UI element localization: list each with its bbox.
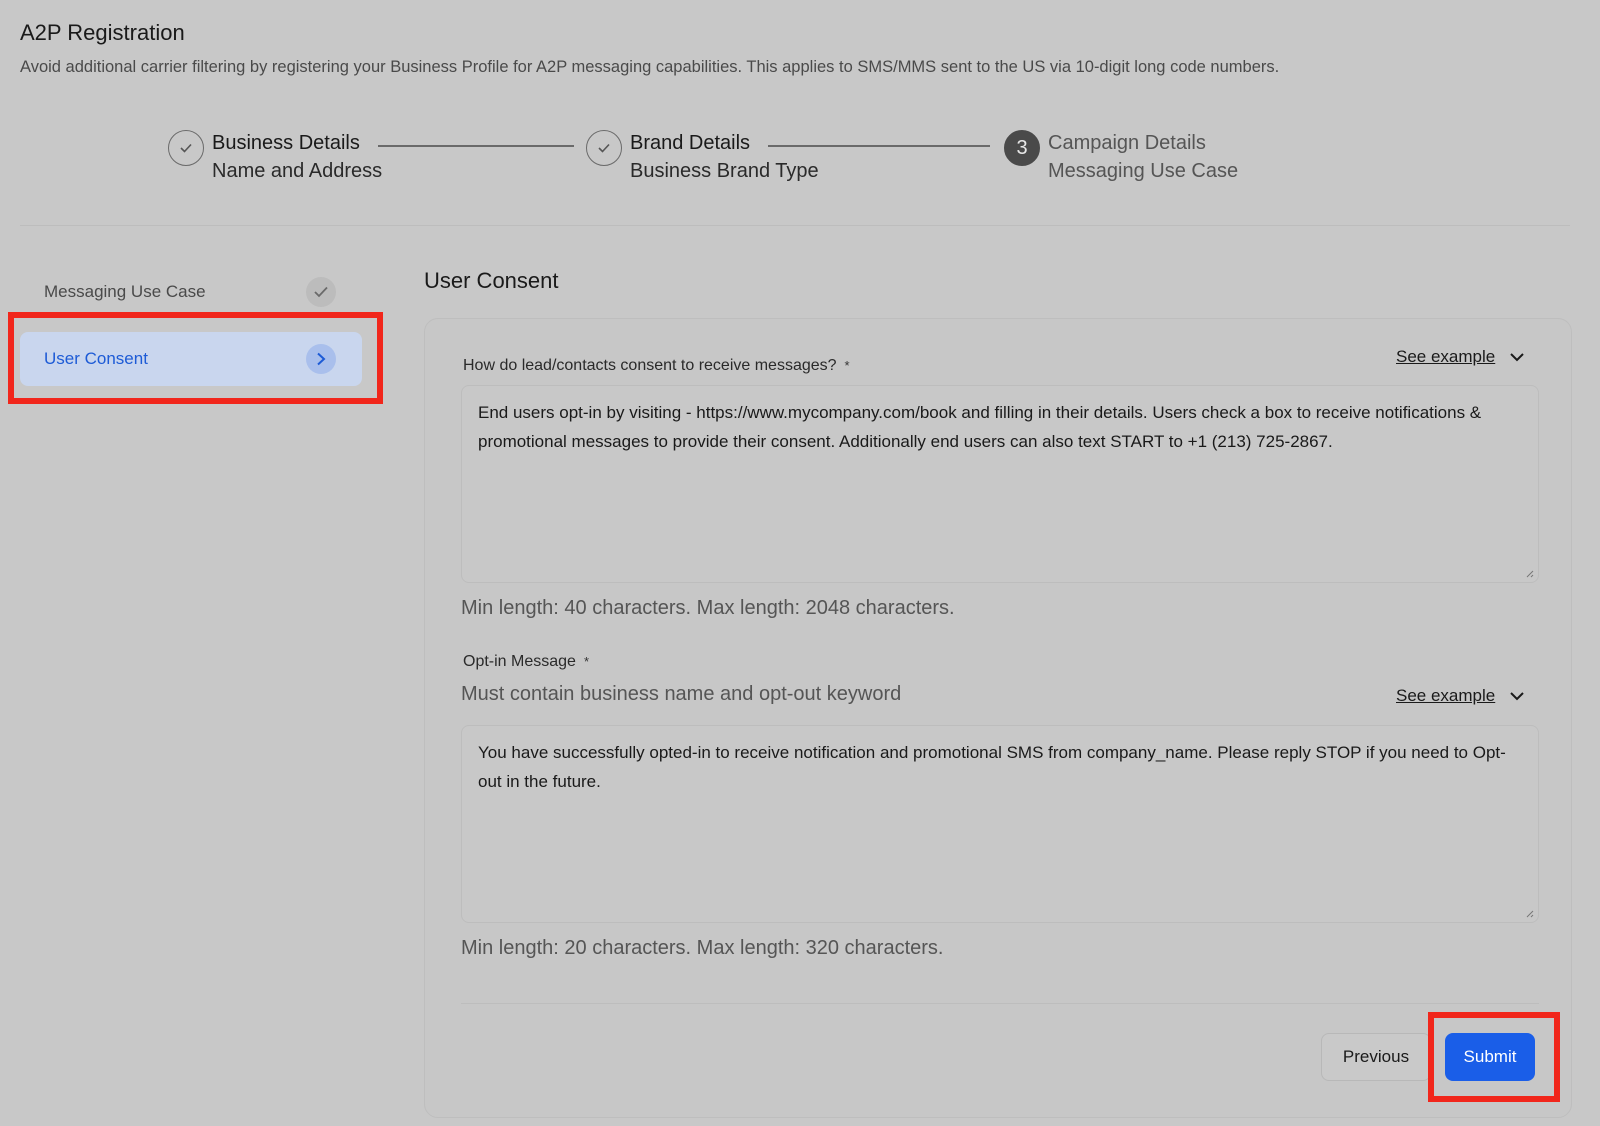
page-subtitle: Avoid additional carrier filtering by re… (20, 58, 1280, 76)
a2p-registration-page: A2P Registration Avoid additional carrie… (0, 0, 1600, 1126)
required-marker: * (844, 358, 850, 373)
optin-field-label: Opt-in Message * (463, 653, 589, 671)
chevron-right-icon (306, 344, 336, 374)
see-example-label: See example (1396, 686, 1496, 705)
step-title: Business Details (212, 132, 360, 154)
section-title: User Consent (424, 268, 559, 293)
step-connector (768, 145, 990, 147)
chevron-down-icon (1509, 347, 1525, 367)
step-title: Brand Details (630, 132, 751, 154)
see-example-toggle[interactable]: See example (1396, 347, 1525, 367)
check-icon (306, 277, 336, 307)
check-icon (586, 130, 622, 166)
step-subtitle: Messaging Use Case (1048, 160, 1239, 182)
see-example-toggle[interactable]: See example (1396, 686, 1525, 706)
consent-field-label: How do lead/contacts consent to receive … (463, 357, 850, 375)
step-number-badge: 3 (1004, 130, 1040, 166)
page-title: A2P Registration (20, 20, 185, 45)
previous-button[interactable]: Previous (1321, 1033, 1431, 1081)
resize-handle-icon[interactable] (1524, 568, 1534, 578)
consent-description-textarea[interactable]: End users opt-in by visiting - https://w… (461, 385, 1539, 583)
progress-stepper: Business Details Name and Address Brand … (0, 126, 1600, 196)
divider (20, 225, 1570, 226)
textarea-value: You have successfully opted-in to receiv… (478, 743, 1506, 791)
optin-field-hint: Must contain business name and opt-out k… (461, 683, 902, 705)
sidebar-item-label: User Consent (44, 349, 148, 368)
step-connector (378, 145, 574, 147)
consent-length-help: Min length: 40 characters. Max length: 2… (461, 597, 955, 619)
field-label-text: Opt-in Message (463, 653, 576, 670)
sidebar-item-label: Messaging Use Case (44, 282, 206, 301)
submit-button[interactable]: Submit (1445, 1033, 1535, 1081)
textarea-value: End users opt-in by visiting - https://w… (478, 403, 1482, 451)
divider (461, 1003, 1539, 1004)
see-example-label: See example (1396, 347, 1496, 366)
resize-handle-icon[interactable] (1524, 908, 1534, 918)
step-subtitle: Name and Address (212, 160, 383, 182)
field-label-text: How do lead/contacts consent to receive … (463, 357, 837, 374)
chevron-down-icon (1509, 686, 1525, 706)
step-subtitle: Business Brand Type (630, 160, 819, 182)
user-consent-card: How do lead/contacts consent to receive … (424, 318, 1572, 1118)
step-title: Campaign Details (1048, 132, 1206, 154)
required-marker: * (583, 654, 589, 669)
sidebar-item-user-consent[interactable]: User Consent (20, 332, 362, 386)
check-icon (168, 130, 204, 166)
sidebar-item-messaging-use-case[interactable]: Messaging Use Case (20, 270, 360, 314)
optin-message-textarea[interactable]: You have successfully opted-in to receiv… (461, 725, 1539, 923)
optin-length-help: Min length: 20 characters. Max length: 3… (461, 937, 944, 959)
